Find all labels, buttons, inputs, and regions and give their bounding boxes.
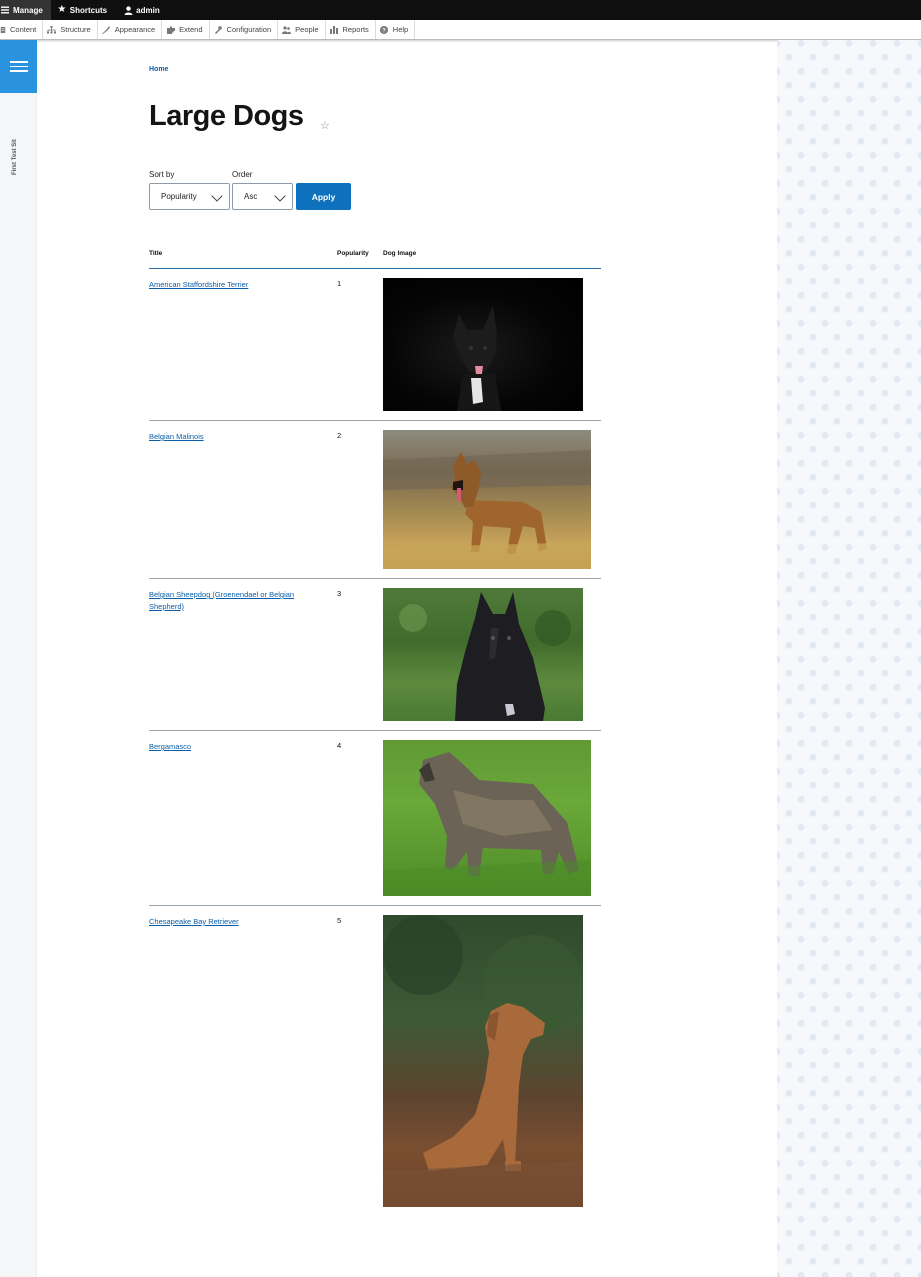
table-row: American Staffordshire Terrier 1 — [149, 269, 601, 421]
people-icon — [282, 25, 292, 34]
configuration-icon — [214, 25, 223, 34]
table-row: Belgian Sheepdog (Groenendael or Belgian… — [149, 579, 601, 731]
tray-item-extend[interactable]: Extend — [162, 20, 210, 39]
page-title: Large Dogs — [149, 100, 304, 132]
menu-icon — [0, 5, 10, 15]
tray-item-configuration[interactable]: Configuration — [210, 20, 279, 39]
dog-image[interactable] — [383, 740, 591, 896]
table-header: Title Popularity Dog Image — [149, 246, 601, 269]
hamburger-line — [9, 70, 28, 72]
tray-item-label: Extend — [179, 25, 203, 34]
svg-text:?: ? — [382, 28, 386, 34]
order-value: Asc — [244, 192, 258, 201]
star-icon: ★ — [57, 4, 67, 15]
dog-title-link[interactable]: Bergamasco — [149, 741, 324, 753]
dog-image[interactable] — [383, 588, 583, 721]
extend-icon — [166, 25, 175, 34]
side-navigation: First Test Sit — [0, 40, 37, 1277]
header-title[interactable]: Title — [149, 250, 162, 257]
table-row: Belgian Malinois 2 — [149, 421, 601, 579]
tray-item-label: Appearance — [114, 25, 156, 34]
tray-item-label: Content — [10, 25, 37, 34]
tray-item-people[interactable]: People — [278, 20, 326, 39]
user-label: admin — [136, 5, 160, 15]
header-popularity[interactable]: Popularity — [337, 250, 369, 257]
tray-item-label: Help — [392, 25, 409, 34]
tray-item-help[interactable]: ? Help — [376, 20, 416, 39]
tray-item-appearance[interactable]: Appearance — [98, 20, 163, 39]
table-row: Chesapeake Bay Retriever 5 — [149, 906, 601, 1216]
decorative-background — [777, 40, 921, 1277]
manage-label: Manage — [13, 5, 43, 15]
order-label: Order — [232, 170, 253, 179]
table-row: Bergamasco 4 — [149, 731, 601, 906]
tray-item-label: Configuration — [226, 25, 272, 34]
dog-title-link[interactable]: Chesapeake Bay Retriever — [149, 916, 324, 928]
tray-item-label: People — [295, 25, 319, 34]
tray-item-label: Structure — [60, 25, 91, 34]
dog-image[interactable] — [383, 915, 583, 1207]
structure-icon — [47, 25, 57, 34]
site-name-vertical[interactable]: First Test Sit — [12, 139, 18, 175]
user-tab[interactable]: admin — [113, 0, 166, 20]
chevron-down-icon — [274, 190, 286, 202]
popularity-value: 3 — [337, 589, 342, 598]
sort-by-select[interactable]: Popularity — [149, 183, 230, 210]
popularity-value: 4 — [337, 741, 342, 750]
popularity-value: 2 — [337, 431, 342, 440]
shortcuts-tab[interactable]: ★ Shortcuts — [51, 0, 113, 20]
dog-title-link[interactable]: Belgian Sheepdog (Groenendael or Belgian… — [149, 589, 324, 613]
help-icon: ? — [380, 25, 389, 34]
breadcrumb-home[interactable]: Home — [149, 66, 168, 73]
sort-by-value: Popularity — [161, 192, 197, 201]
content-icon — [0, 25, 6, 34]
dogs-table: Title Popularity Dog Image American Staf… — [149, 246, 601, 1216]
sort-by-label: Sort by — [149, 170, 175, 179]
tray-item-structure[interactable]: Structure — [43, 20, 98, 39]
tray-item-label: Reports — [342, 25, 369, 34]
tray-item-content[interactable]: Content — [0, 20, 44, 39]
admin-tray: Content Structure Appearance Extend Configur… — [0, 20, 921, 40]
sidebar-toggle-button[interactable] — [0, 40, 37, 93]
order-select[interactable]: Asc — [232, 183, 293, 210]
popularity-value: 1 — [337, 279, 342, 288]
apply-button[interactable]: Apply — [296, 183, 351, 210]
chevron-down-icon — [211, 190, 223, 202]
appearance-icon — [102, 25, 111, 34]
dog-title-link[interactable]: American Staffordshire Terrier — [149, 279, 324, 291]
dog-image[interactable] — [383, 430, 591, 569]
shortcuts-label: Shortcuts — [69, 5, 108, 15]
manage-tab[interactable]: Manage — [0, 0, 51, 20]
tray-item-reports[interactable]: Reports — [326, 20, 376, 39]
header-dog-image: Dog Image — [383, 250, 417, 257]
reports-icon — [330, 25, 339, 34]
admin-toolbar: Manage ★ Shortcuts admin — [0, 0, 921, 20]
dog-title-link[interactable]: Belgian Malinois — [149, 431, 324, 443]
favorite-star-icon[interactable]: ☆ — [320, 119, 330, 132]
dog-image[interactable] — [383, 278, 583, 411]
user-icon — [123, 5, 133, 15]
popularity-value: 5 — [337, 916, 342, 925]
hamburger-line — [9, 65, 28, 68]
hamburger-line — [9, 61, 28, 63]
